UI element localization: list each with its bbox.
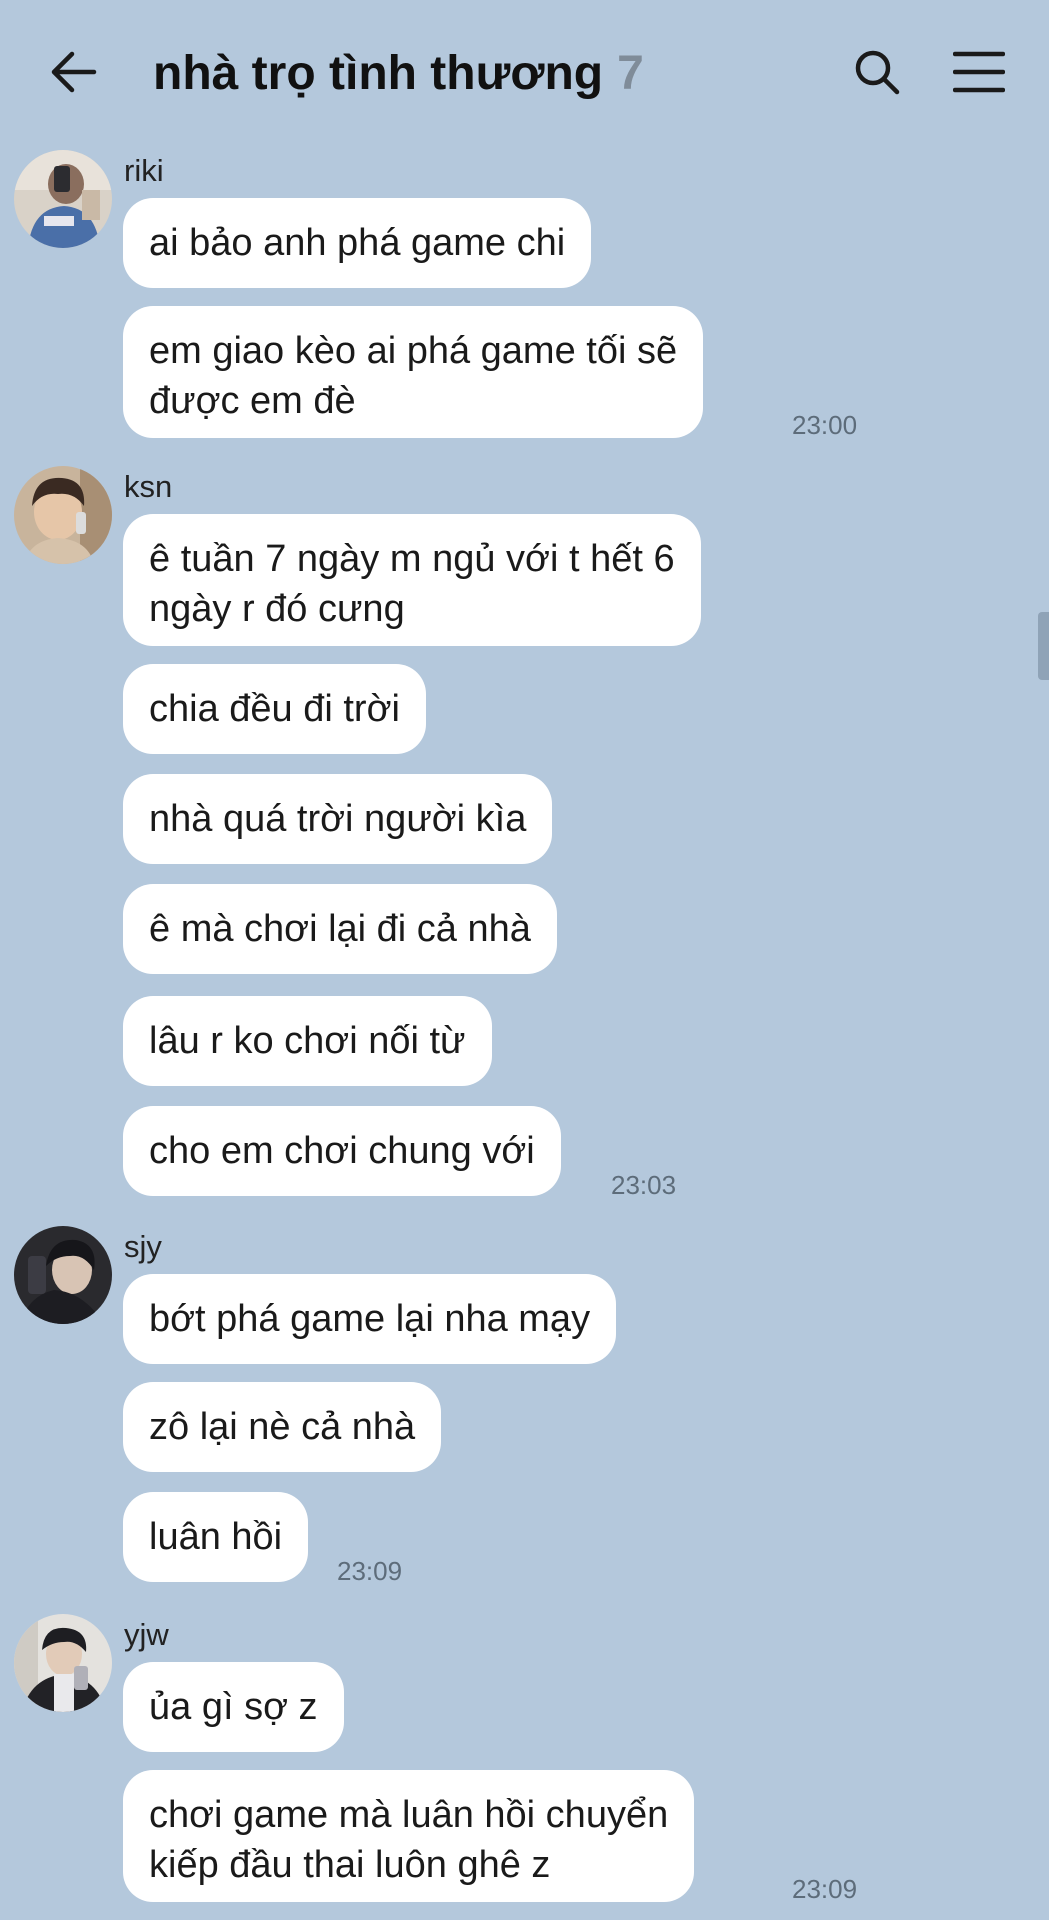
avatar-ksn[interactable] — [14, 466, 112, 564]
chat-header: nhà trọ tình thương 7 — [0, 0, 1049, 140]
message-bubble[interactable]: zô lại nè cả nhà — [123, 1382, 442, 1472]
message-bubble[interactable]: luân hồi — [123, 1492, 309, 1582]
menu-button[interactable] — [949, 40, 1009, 104]
group-name: nhà trọ tình thương — [153, 46, 604, 100]
message-bubble[interactable]: em giao kèo ai phá game tối sẽ được em đè — [123, 306, 704, 438]
scrollbar-thumb[interactable] — [1038, 612, 1049, 680]
sender-name: sjy — [124, 1229, 162, 1264]
message-bubble[interactable]: ê tuần 7 ngày m ngủ với t hết 6 ngày r đó… — [123, 514, 701, 646]
avatar-sjy[interactable] — [14, 1226, 112, 1324]
message-bubble[interactable]: nhà quá trời người kìa — [123, 774, 553, 864]
hamburger-menu-icon — [953, 51, 1005, 93]
message-bubble[interactable]: chia đều đi trời — [123, 664, 426, 754]
back-button[interactable] — [44, 40, 104, 104]
message-bubble[interactable]: ai bảo anh phá game chi — [123, 198, 592, 288]
avatar-riki[interactable] — [14, 150, 112, 248]
chat-title-area[interactable]: nhà trọ tình thương 7 — [153, 38, 644, 108]
timestamp: 23:09 — [792, 1874, 858, 1904]
search-button[interactable] — [847, 40, 907, 104]
search-icon — [855, 50, 900, 95]
sender-name: riki — [124, 153, 164, 188]
message-bubble[interactable]: bớt phá game lại nha mạy — [123, 1274, 617, 1364]
timestamp: 23:00 — [792, 410, 858, 440]
message-bubble[interactable]: chơi game mà luân hồi chuyển kiếp đầu tha… — [123, 1770, 695, 1902]
sender-name: ksn — [124, 469, 173, 504]
message-bubble[interactable]: cho em chơi chung với — [123, 1106, 561, 1196]
timestamp: 23:09 — [337, 1556, 403, 1586]
timestamp: 23:03 — [611, 1170, 677, 1200]
message-bubble[interactable]: lâu r ko chơi nối từ — [123, 996, 492, 1086]
message-bubble[interactable]: ủa gì sợ z — [123, 1662, 344, 1752]
avatar-yjw[interactable] — [14, 1614, 112, 1712]
member-count: 7 — [617, 46, 644, 100]
sender-name: yjw — [124, 1617, 169, 1652]
message-bubble[interactable]: ê mà chơi lại đi cả nhà — [123, 884, 557, 974]
arrow-left-icon — [51, 51, 97, 93]
